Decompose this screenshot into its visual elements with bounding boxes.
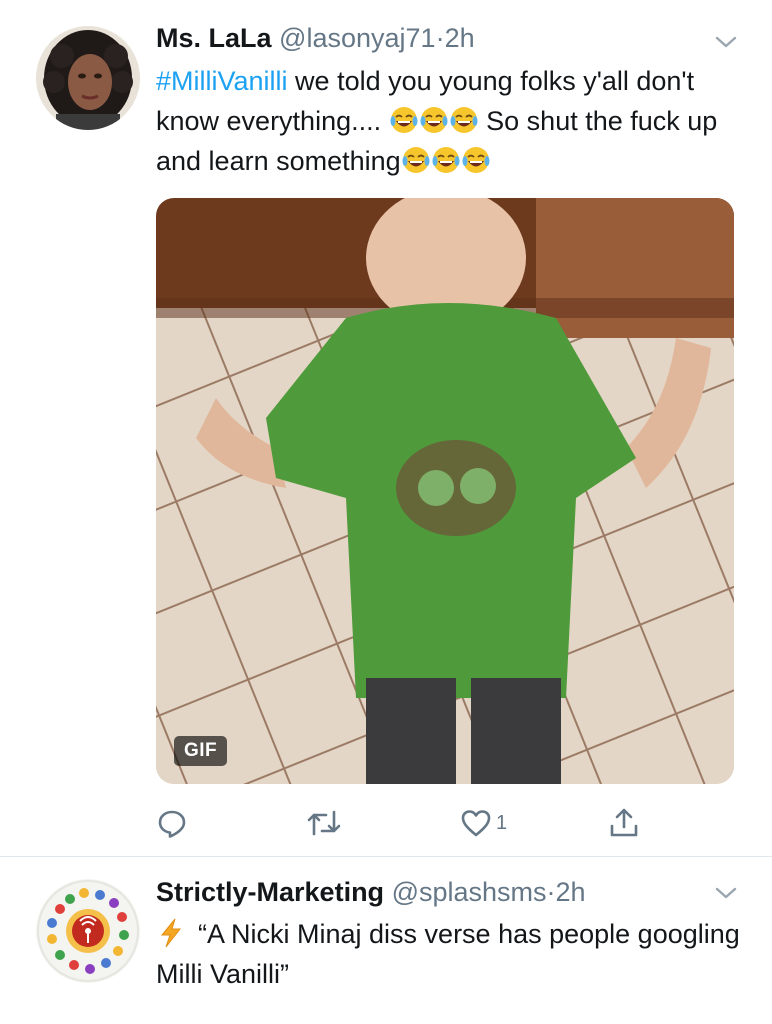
separator: ·: [546, 877, 556, 907]
tweet-actions: 1: [156, 806, 656, 840]
tweet-header: Ms. LaLa @lasonyaj71·2h: [156, 20, 475, 56]
lightning-bolt-icon: [160, 918, 182, 948]
chevron-down-icon[interactable]: [714, 885, 738, 901]
laughing-crying-emoji-icon: [450, 107, 478, 133]
timestamp[interactable]: 2h: [445, 23, 475, 53]
laughing-crying-emoji-icon: [390, 107, 418, 133]
retweet-icon: [307, 810, 341, 836]
display-name[interactable]: Ms. LaLa: [156, 23, 272, 53]
laughing-crying-emoji-icon: [432, 147, 460, 173]
tweet-text-part: “A Nicki Minaj diss verse has people goo…: [156, 919, 740, 989]
share-icon: [610, 808, 638, 837]
like-count: 1: [496, 811, 508, 834]
display-name[interactable]: Strictly-Marketing: [156, 877, 384, 907]
reply-button[interactable]: [156, 806, 188, 840]
laughing-crying-emoji-icon: [420, 107, 448, 133]
like-icon: [461, 810, 491, 837]
share-button[interactable]: [608, 806, 640, 840]
hashtag-link[interactable]: #MilliVanilli: [156, 66, 288, 96]
tweet-text: #MilliVanilli we told you young folks y'…: [156, 61, 746, 181]
avatar[interactable]: [36, 879, 140, 983]
username[interactable]: @splashsms: [392, 877, 547, 907]
separator: ·: [435, 23, 445, 53]
tweet-header: Strictly-Marketing @splashsms·2h: [156, 874, 586, 910]
like-button[interactable]: 1: [460, 806, 507, 840]
retweet-button[interactable]: [306, 806, 342, 840]
gif-badge: GIF: [174, 736, 228, 766]
timestamp[interactable]: 2h: [556, 877, 586, 907]
tweet-text: “A Nicki Minaj diss verse has people goo…: [156, 914, 746, 994]
gif-preview-image: [156, 198, 734, 784]
tweet[interactable]: Ms. LaLa @lasonyaj71·2h #MilliVanilli we…: [0, 0, 772, 857]
username[interactable]: @lasonyaj71: [279, 23, 436, 53]
laughing-crying-emoji-icon: [462, 147, 490, 173]
tweet[interactable]: Strictly-Marketing @splashsms·2h “A Nick…: [0, 857, 772, 1024]
chevron-down-icon[interactable]: [714, 34, 738, 50]
avatar[interactable]: [36, 26, 140, 130]
gif-media[interactable]: GIF: [156, 198, 734, 784]
laughing-crying-emoji-icon: [402, 147, 430, 173]
reply-icon: [158, 810, 186, 838]
